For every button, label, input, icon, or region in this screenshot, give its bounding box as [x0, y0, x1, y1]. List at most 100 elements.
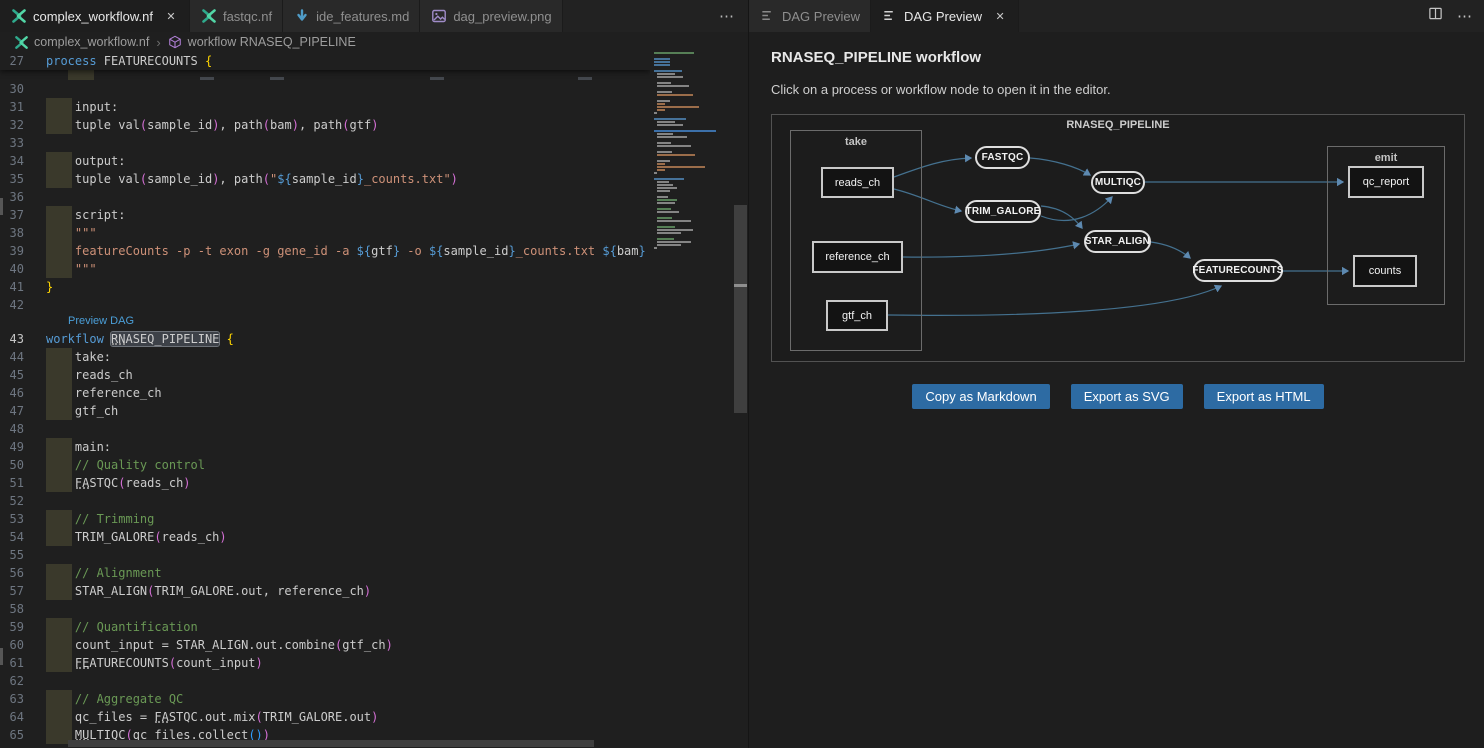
line-number[interactable]: 63	[0, 690, 46, 708]
code-line[interactable]: 52	[0, 492, 650, 510]
code-line[interactable]: 30	[0, 80, 650, 98]
line-number[interactable]: 37	[0, 206, 46, 224]
line-number[interactable]: 32	[0, 116, 46, 134]
line-number[interactable]: 47	[0, 402, 46, 420]
code-line[interactable]: 43workflow RNASEQ_PIPELINE {	[0, 330, 650, 348]
code-line[interactable]: 56 // Alignment	[0, 564, 650, 582]
line-number[interactable]: 39	[0, 242, 46, 260]
line-number[interactable]: 36	[0, 188, 46, 206]
dag-node-qc_report[interactable]: qc_report	[1348, 166, 1424, 198]
line-number[interactable]: 55	[0, 546, 46, 564]
line-number[interactable]: 42	[0, 296, 46, 314]
code-line[interactable]: 61 FEATURECOUNTS(count_input)	[0, 654, 650, 672]
more-actions-icon[interactable]: ⋯	[1457, 7, 1472, 25]
code-editor[interactable]: 27process FEATURECOUNTS { 3031 input:32 …	[0, 52, 748, 748]
code-line[interactable]: 53 // Trimming	[0, 510, 650, 528]
close-icon[interactable]: ✕	[992, 10, 1008, 23]
code-line[interactable]: 32 tuple val(sample_id), path(bam), path…	[0, 116, 650, 134]
dag-node-STAR_ALIGN[interactable]: STAR_ALIGN	[1084, 230, 1151, 253]
code-line[interactable]: 48	[0, 420, 650, 438]
line-number[interactable]: 61	[0, 654, 46, 672]
line-number[interactable]: 41	[0, 278, 46, 296]
line-number[interactable]: 35	[0, 170, 46, 188]
code-line[interactable]: 46 reference_ch	[0, 384, 650, 402]
line-number[interactable]: 50	[0, 456, 46, 474]
line-number[interactable]: 54	[0, 528, 46, 546]
close-icon[interactable]: ✕	[163, 10, 179, 23]
line-number[interactable]: 31	[0, 98, 46, 116]
dag-node-TRIM_GALORE[interactable]: TRIM_GALORE	[965, 200, 1041, 223]
line-number[interactable]: 49	[0, 438, 46, 456]
code-line[interactable]: 34 output:	[0, 152, 650, 170]
line-number[interactable]: 30	[0, 80, 46, 98]
code-line[interactable]: 51 FASTQC(reads_ch)	[0, 474, 650, 492]
dag-node-counts[interactable]: counts	[1353, 255, 1417, 287]
code-line[interactable]: 59 // Quantification	[0, 618, 650, 636]
code-line[interactable]: 41}	[0, 278, 650, 296]
line-number[interactable]: 60	[0, 636, 46, 654]
code-line[interactable]: 31 input:	[0, 98, 650, 116]
line-number[interactable]: 34	[0, 152, 46, 170]
line-number[interactable]: 59	[0, 618, 46, 636]
line-number[interactable]: 40	[0, 260, 46, 278]
code-line[interactable]: 45 reads_ch	[0, 366, 650, 384]
line-number[interactable]: 53	[0, 510, 46, 528]
split-editor-icon[interactable]	[1428, 6, 1443, 26]
code-line[interactable]: 58	[0, 600, 650, 618]
dag-node-reference_ch[interactable]: reference_ch	[812, 241, 903, 273]
code-line[interactable]: 62	[0, 672, 650, 690]
tab-dag-preview-active[interactable]: DAG Preview ✕	[871, 0, 1019, 32]
tab-overflow-more-icon[interactable]: ⋯	[705, 0, 748, 32]
line-number[interactable]: 52	[0, 492, 46, 510]
copy-as-markdown-button[interactable]: Copy as Markdown	[912, 384, 1049, 409]
code-line[interactable]: 39 featureCounts -p -t exon -g gene_id -…	[0, 242, 650, 260]
codelens-preview-dag-link[interactable]: Preview DAG	[0, 314, 650, 330]
line-number[interactable]: 66	[0, 744, 46, 748]
line-number[interactable]: 64	[0, 708, 46, 726]
line-number[interactable]: 56	[0, 564, 46, 582]
line-number[interactable]: 45	[0, 366, 46, 384]
line-number[interactable]: 27	[0, 52, 46, 70]
breadcrumb-symbol[interactable]: workflow RNASEQ_PIPELINE	[188, 35, 356, 49]
horizontal-scrollbar[interactable]	[68, 740, 594, 747]
sticky-scroll-line[interactable]: 27process FEATURECOUNTS {	[0, 52, 650, 70]
code-line[interactable]: 35 tuple val(sample_id), path("${sample_…	[0, 170, 650, 188]
code-line[interactable]: 57 STAR_ALIGN(TRIM_GALORE.out, reference…	[0, 582, 650, 600]
line-number[interactable]: 46	[0, 384, 46, 402]
code-line[interactable]: 33	[0, 134, 650, 152]
code-line[interactable]: 47 gtf_ch	[0, 402, 650, 420]
code-line[interactable]: 42	[0, 296, 650, 314]
line-number[interactable]: 62	[0, 672, 46, 690]
code-line[interactable]: 64 qc_files = FASTQC.out.mix(TRIM_GALORE…	[0, 708, 650, 726]
line-number[interactable]: 65	[0, 726, 46, 744]
code-line[interactable]: 63 // Aggregate QC	[0, 690, 650, 708]
code-line[interactable]: 40 """	[0, 260, 650, 278]
line-number[interactable]: 43	[0, 330, 46, 348]
tab-ide-features[interactable]: ide_features.md	[283, 0, 420, 32]
tab-dag-preview-png[interactable]: dag_preview.png	[420, 0, 562, 32]
code-line[interactable]: 37 script:	[0, 206, 650, 224]
code-line[interactable]: 54 TRIM_GALORE(reads_ch)	[0, 528, 650, 546]
export-as-svg-button[interactable]: Export as SVG	[1071, 384, 1183, 409]
dag-node-MULTIQC[interactable]: MULTIQC	[1091, 171, 1145, 194]
line-number[interactable]: 58	[0, 600, 46, 618]
breadcrumb-file[interactable]: complex_workflow.nf	[34, 35, 149, 49]
export-as-html-button[interactable]: Export as HTML	[1204, 384, 1324, 409]
code-line[interactable]: 36	[0, 188, 650, 206]
dag-node-FEATURECOUNTS[interactable]: FEATURECOUNTS	[1193, 259, 1283, 282]
line-number[interactable]: 33	[0, 134, 46, 152]
line-number[interactable]: 38	[0, 224, 46, 242]
code-line[interactable]: 55	[0, 546, 650, 564]
line-number[interactable]: 48	[0, 420, 46, 438]
code-line[interactable]: 44 take:	[0, 348, 650, 366]
line-number[interactable]: 51	[0, 474, 46, 492]
code-line[interactable]: 38 """	[0, 224, 650, 242]
code-line[interactable]: 49 main:	[0, 438, 650, 456]
tab-dag-preview-inactive[interactable]: DAG Preview	[749, 0, 871, 32]
scrollbar-thumb[interactable]	[734, 205, 747, 413]
code-line[interactable]: 60 count_input = STAR_ALIGN.out.combine(…	[0, 636, 650, 654]
tab-complex-workflow[interactable]: complex_workflow.nf ✕	[0, 0, 190, 32]
tab-fastqc[interactable]: fastqc.nf	[190, 0, 283, 32]
dag-node-reads_ch[interactable]: reads_ch	[821, 167, 894, 198]
dag-node-FASTQC[interactable]: FASTQC	[975, 146, 1030, 169]
